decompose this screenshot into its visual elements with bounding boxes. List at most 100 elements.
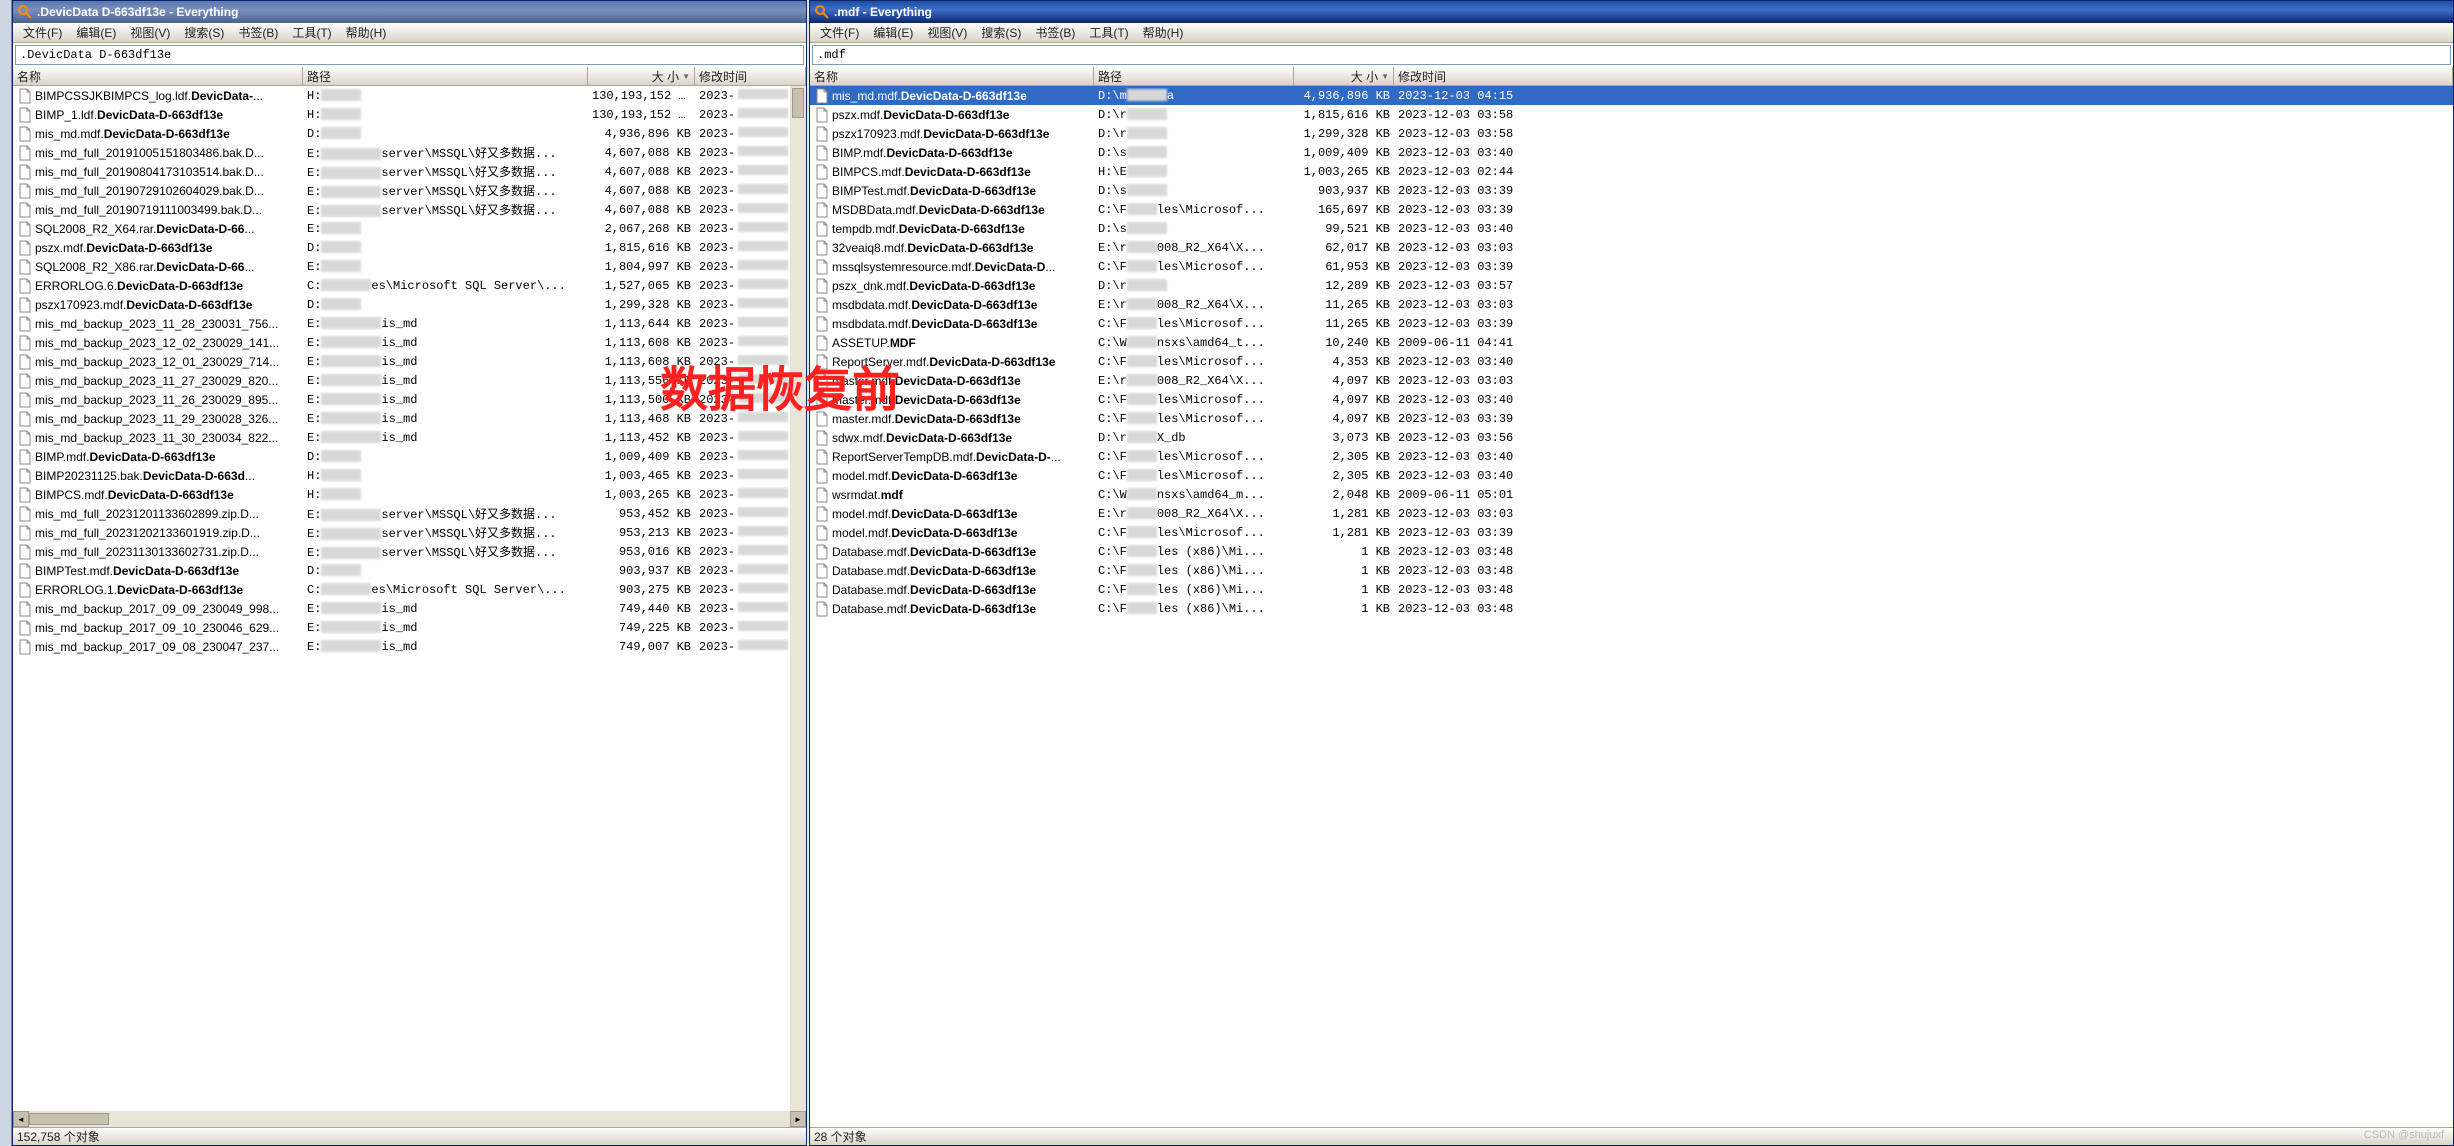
menu-item[interactable]: 工具(T): [286, 23, 337, 42]
table-row[interactable]: ReportServerTempDB.mdf.DevicData-D-...C:…: [810, 447, 2453, 466]
search-input[interactable]: [817, 48, 2446, 62]
table-row[interactable]: mis_md_backup_2023_11_27_230029_820...E:…: [13, 371, 806, 390]
table-row[interactable]: ReportServer.mdf.DevicData-D-663df13eC:\…: [810, 352, 2453, 371]
table-row[interactable]: mis_md_full_20190729102604029.bak.D...E:…: [13, 181, 806, 200]
table-row[interactable]: BIMP20231125.bak.DevicData-D-663d...H:1,…: [13, 466, 806, 485]
menu-item[interactable]: 工具(T): [1083, 23, 1134, 42]
horizontal-scrollbar[interactable]: ◄ ►: [13, 1111, 806, 1127]
menu-item[interactable]: 书签(B): [232, 23, 284, 42]
table-row[interactable]: mis_md_backup_2023_12_01_230029_714...E:…: [13, 352, 806, 371]
table-row[interactable]: BIMPCS.mdf.DevicData-D-663df13eH:\E1,003…: [810, 162, 2453, 181]
table-row[interactable]: 32veaiq8.mdf.DevicData-D-663df13eE:\r008…: [810, 238, 2453, 257]
scroll-left-icon[interactable]: ◄: [13, 1111, 29, 1127]
cell-name: msdbdata.mdf.DevicData-D-663df13e: [810, 296, 1094, 314]
menu-item[interactable]: 视图(V): [921, 23, 973, 42]
table-row[interactable]: mssqlsystemresource.mdf.DevicData-D...C:…: [810, 257, 2453, 276]
search-input[interactable]: [20, 48, 799, 62]
table-row[interactable]: wsrmdat.mdfC:\Wnsxs\amd64_m...2,048 KB20…: [810, 485, 2453, 504]
titlebar[interactable]: .mdf - Everything: [810, 1, 2453, 23]
col-date[interactable]: 修改时间: [695, 67, 806, 85]
table-row[interactable]: BIMPTest.mdf.DevicData-D-663df13eD:\s903…: [810, 181, 2453, 200]
table-row[interactable]: mis_md_backup_2023_11_28_230031_756...E:…: [13, 314, 806, 333]
titlebar[interactable]: .DevicData D-663df13e - Everything: [13, 1, 806, 23]
vertical-scrollbar[interactable]: [790, 86, 806, 1111]
table-row[interactable]: model.mdf.DevicData-D-663df13eC:\Fles\Mi…: [810, 523, 2453, 542]
menu-item[interactable]: 帮助(H): [1137, 23, 1190, 42]
menu-item[interactable]: 帮助(H): [340, 23, 393, 42]
col-name[interactable]: 名称: [810, 67, 1094, 85]
col-date[interactable]: 修改时间: [1394, 67, 2453, 85]
table-row[interactable]: ERRORLOG.6.DevicData-D-663df13eC:es\Micr…: [13, 276, 806, 295]
table-row[interactable]: pszx.mdf.DevicData-D-663df13eD:\r1,815,6…: [810, 105, 2453, 124]
table-row[interactable]: msdbdata.mdf.DevicData-D-663df13eC:\Fles…: [810, 314, 2453, 333]
cell-size: 749,225 KB: [588, 620, 695, 636]
table-row[interactable]: ERRORLOG.1.DevicData-D-663df13eC:es\Micr…: [13, 580, 806, 599]
col-size[interactable]: 大 小▼: [1294, 67, 1394, 85]
table-row[interactable]: mis_md_full_20190804173103514.bak.D...E:…: [13, 162, 806, 181]
table-row[interactable]: mis_md_backup_2023_11_30_230034_822...E:…: [13, 428, 806, 447]
file-icon: [17, 487, 33, 503]
menu-item[interactable]: 搜索(S): [178, 23, 230, 42]
cell-name: ASSETUP.MDF: [810, 334, 1094, 352]
menu-item[interactable]: 文件(F): [17, 23, 68, 42]
col-size[interactable]: 大 小▼: [588, 67, 695, 85]
table-row[interactable]: BIMP_1.ldf.DevicData-D-663df13eH:130,193…: [13, 105, 806, 124]
table-row[interactable]: tempdb.mdf.DevicData-D-663df13eD:\s99,52…: [810, 219, 2453, 238]
table-row[interactable]: BIMP.mdf.DevicData-D-663df13eD:1,009,409…: [13, 447, 806, 466]
table-row[interactable]: mis_md_backup_2017_09_08_230047_237...E:…: [13, 637, 806, 656]
cell-size: 4,936,896 KB: [1294, 88, 1394, 104]
cell-path: E:: [303, 221, 588, 237]
table-row[interactable]: mis_md_backup_2017_09_10_230046_629...E:…: [13, 618, 806, 637]
table-row[interactable]: pszx_dnk.mdf.DevicData-D-663df13eD:\r12,…: [810, 276, 2453, 295]
table-row[interactable]: model.mdf.DevicData-D-663df13eC:\Fles\Mi…: [810, 466, 2453, 485]
table-row[interactable]: master.mdf.DevicData-D-663df13eC:\Fles\M…: [810, 409, 2453, 428]
table-row[interactable]: ASSETUP.MDFC:\Wnsxs\amd64_t...10,240 KB2…: [810, 333, 2453, 352]
table-row[interactable]: mis_md_full_20190719111003499.bak.D...E:…: [13, 200, 806, 219]
table-row[interactable]: mis_md.mdf.DevicData-D-663df13eD:4,936,8…: [13, 124, 806, 143]
table-row[interactable]: BIMPTest.mdf.DevicData-D-663df13eD:903,9…: [13, 561, 806, 580]
table-row[interactable]: Database.mdf.DevicData-D-663df13eC:\Fles…: [810, 599, 2453, 618]
table-row[interactable]: Database.mdf.DevicData-D-663df13eC:\Fles…: [810, 580, 2453, 599]
scroll-right-icon[interactable]: ►: [790, 1111, 806, 1127]
table-row[interactable]: mis_md.mdf.DevicData-D-663df13eD:\ma4,93…: [810, 86, 2453, 105]
table-row[interactable]: sdwx.mdf.DevicData-D-663df13eD:\rX_db3,0…: [810, 428, 2453, 447]
table-row[interactable]: BIMPCSSJKBIMPCS_log.ldf.DevicData-...H:1…: [13, 86, 806, 105]
table-row[interactable]: master.mdf.DevicData-D-663df13eE:\r008_R…: [810, 371, 2453, 390]
table-row[interactable]: pszx.mdf.DevicData-D-663df13eD:1,815,616…: [13, 238, 806, 257]
menu-item[interactable]: 搜索(S): [975, 23, 1027, 42]
table-row[interactable]: master.mdf.DevicData-D-663df13eC:\Fles\M…: [810, 390, 2453, 409]
table-row[interactable]: Database.mdf.DevicData-D-663df13eC:\Fles…: [810, 561, 2453, 580]
file-list[interactable]: mis_md.mdf.DevicData-D-663df13eD:\ma4,93…: [810, 86, 2453, 1127]
table-row[interactable]: model.mdf.DevicData-D-663df13eE:\r008_R2…: [810, 504, 2453, 523]
menu-item[interactable]: 编辑(E): [70, 23, 122, 42]
table-row[interactable]: msdbdata.mdf.DevicData-D-663df13eE:\r008…: [810, 295, 2453, 314]
table-row[interactable]: pszx170923.mdf.DevicData-D-663df13eD:1,2…: [13, 295, 806, 314]
file-icon: [17, 278, 33, 294]
menu-item[interactable]: 文件(F): [814, 23, 865, 42]
table-row[interactable]: mis_md_full_20231202133601919.zip.D...E:…: [13, 523, 806, 542]
menu-item[interactable]: 书签(B): [1029, 23, 1081, 42]
col-name[interactable]: 名称: [13, 67, 303, 85]
table-row[interactable]: mis_md_backup_2023_11_29_230028_326...E:…: [13, 409, 806, 428]
table-row[interactable]: mis_md_full_20191005151803486.bak.D...E:…: [13, 143, 806, 162]
table-row[interactable]: mis_md_backup_2017_09_09_230049_998...E:…: [13, 599, 806, 618]
col-path[interactable]: 路径: [303, 67, 588, 85]
table-row[interactable]: mis_md_full_20231130133602731.zip.D...E:…: [13, 542, 806, 561]
table-row[interactable]: Database.mdf.DevicData-D-663df13eC:\Fles…: [810, 542, 2453, 561]
table-row[interactable]: BIMP.mdf.DevicData-D-663df13eD:\s1,009,4…: [810, 143, 2453, 162]
cell-size: 130,193,152 KB: [588, 107, 695, 123]
table-row[interactable]: SQL2008_R2_X64.rar.DevicData-D-66...E:2,…: [13, 219, 806, 238]
table-row[interactable]: pszx170923.mdf.DevicData-D-663df13eD:\r1…: [810, 124, 2453, 143]
menu-item[interactable]: 视图(V): [124, 23, 176, 42]
file-icon: [17, 202, 33, 218]
table-row[interactable]: mis_md_backup_2023_12_02_230029_141...E:…: [13, 333, 806, 352]
cell-path: D:: [303, 240, 588, 256]
table-row[interactable]: mis_md_full_20231201133602899.zip.D...E:…: [13, 504, 806, 523]
table-row[interactable]: mis_md_backup_2023_11_26_230029_895...E:…: [13, 390, 806, 409]
table-row[interactable]: BIMPCS.mdf.DevicData-D-663df13eH:1,003,2…: [13, 485, 806, 504]
menu-item[interactable]: 编辑(E): [867, 23, 919, 42]
col-path[interactable]: 路径: [1094, 67, 1294, 85]
table-row[interactable]: MSDBData.mdf.DevicData-D-663df13eC:\Fles…: [810, 200, 2453, 219]
file-list[interactable]: BIMPCSSJKBIMPCS_log.ldf.DevicData-...H:1…: [13, 86, 806, 1111]
table-row[interactable]: SQL2008_R2_X86.rar.DevicData-D-66...E:1,…: [13, 257, 806, 276]
